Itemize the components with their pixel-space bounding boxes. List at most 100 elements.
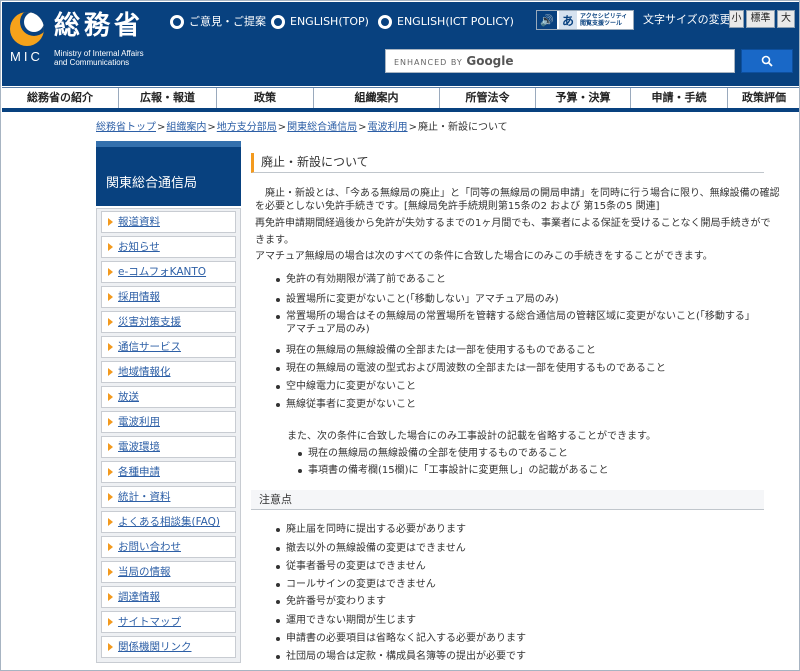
note-item: 免許番号が変わります	[276, 595, 386, 608]
sidebar-item[interactable]: 採用情報	[101, 286, 236, 308]
note-item: 撤去以外の無線設備の変更はできません	[276, 542, 466, 555]
sidebar-menu: 報道資料お知らせ e-コムフォKANTO 採用情報災害対策支援 通信サービス 地域情報化…	[96, 208, 241, 663]
sidebar-item-label: 電波利用	[118, 416, 160, 428]
breadcrumb: 総務省トップ>組織案内>地方支分部局>関東総合通信局>電波利用>廃止・新設につい…	[96, 120, 776, 136]
search-google-label: Google	[466, 54, 514, 68]
intro-line: を必要としない免許手続きです。[無線局免許手続規則第15条の2 および 第15条…	[255, 201, 660, 212]
omit-intro-text: また、次の条件に合致した場合にのみ工事設計の記載を省略することができます。	[287, 431, 656, 442]
sidebar-item[interactable]: 電波利用	[101, 411, 236, 433]
breadcrumb-link[interactable]: 組織案内	[166, 122, 206, 133]
sidebar-item[interactable]: 地域情報化	[101, 361, 236, 383]
intro-line: 廃止・新設とは、「今ある無線局の廃止」と「同等の無線局の開局申請」を同時に行う場…	[255, 188, 780, 199]
global-nav: 総務省の紹介 広報・報道 政策 組織案内 所管法令 予算・決算 申請・手続 政策評価	[2, 87, 799, 112]
breadcrumb-link[interactable]: 電波利用	[368, 122, 408, 133]
breadcrumb-link[interactable]: 関東総合通信局	[287, 122, 357, 133]
mic-logo[interactable]: 総務省 MIC Ministry of Internal Affairs and…	[10, 10, 160, 67]
note-item: 申請書の必要項目は省略なく記入する必要があります	[276, 632, 526, 645]
condition-item: 無線従事者に変更がないこと	[276, 398, 416, 411]
intro-line: アマチュア無線局の場合は次のすべての条件に合致した場合にのみこの手続きをすること…	[255, 251, 713, 262]
ring-bullet-icon	[378, 15, 392, 29]
sidebar-item-label: 統計・資料	[118, 491, 171, 503]
sidebar-header: 関東総合通信局	[96, 141, 241, 206]
search-button[interactable]	[741, 49, 793, 73]
breadcrumb-link[interactable]: 総務省トップ	[96, 122, 156, 133]
notes-heading: 注意点	[251, 490, 764, 510]
logo-english-line: and Communications	[54, 58, 130, 67]
logo-japanese: 総務省	[54, 11, 145, 41]
breadcrumb-link[interactable]: 地方支分部局	[217, 122, 277, 133]
note-item: 社団局の場合は定款・構成員名簿等の提出が必要です	[276, 650, 526, 663]
accessibility-tool-button[interactable]: 🔊 あ アクセシビリティ 閲覧支援ツール	[536, 10, 634, 30]
nav-item[interactable]: 申請・手続	[631, 88, 728, 108]
sidebar-item-label: よくある相談集(FAQ)	[118, 516, 221, 528]
sidebar-item[interactable]: よくある相談集(FAQ)	[101, 511, 236, 533]
logo-english: Ministry of Internal Affairs and Communi…	[54, 49, 144, 67]
breadcrumb-current: 廃止・新設について	[417, 122, 508, 133]
logo-mic: MIC	[10, 49, 43, 64]
feedback-link[interactable]: ご意見・ご提案	[170, 12, 266, 32]
note-item: 廃止届を同時に提出する必要があります	[276, 523, 466, 536]
sidebar-item[interactable]: 報道資料	[101, 211, 236, 233]
nav-item[interactable]: 総務省の紹介	[2, 88, 119, 108]
ring-bullet-icon	[271, 15, 285, 29]
speaker-icon: 🔊	[537, 11, 557, 29]
accessibility-line: 閲覧支援ツール	[580, 20, 623, 27]
intro-line: 再免許申請期間経過後から免許が失効するまでの1ヶ月間でも、事業者による保証を受け…	[255, 218, 771, 229]
sidebar-item[interactable]: 放送	[101, 386, 236, 408]
breadcrumb-separator: >	[277, 122, 287, 133]
nav-item[interactable]: 所管法令	[440, 88, 536, 108]
note-item: 従事者番号の変更はできません	[276, 560, 426, 573]
font-size-small-button[interactable]: 小	[729, 10, 744, 28]
omit-condition-item: 現在の無線局の無線設備の全部を使用するものであること	[298, 447, 568, 460]
mic-logo-icon	[10, 12, 44, 46]
font-size-label: 文字サイズの変更	[643, 13, 731, 26]
condition-item: 現在の無線局の電波の型式および周波数の全部または一部を使用するものであること	[276, 362, 666, 375]
english-ict-policy-link[interactable]: ENGLISH(ICT POLICY)	[378, 12, 514, 32]
sidebar-item[interactable]: 各種申請	[101, 461, 236, 483]
hiragana-a-icon: あ	[559, 11, 577, 29]
nav-item[interactable]: 広報・報道	[119, 88, 217, 108]
sidebar-item-label: e-コムフォKANTO	[118, 266, 207, 278]
note-item: コールサインの変更はできません	[276, 578, 436, 591]
english-top-link[interactable]: ENGLISH(TOP)	[271, 12, 369, 32]
sidebar-item[interactable]: 当局の情報	[101, 561, 236, 583]
nav-item[interactable]: 政策評価	[728, 88, 799, 108]
sidebar-item-label: 調達情報	[118, 591, 160, 603]
font-size-large-button[interactable]: 大	[777, 10, 795, 28]
breadcrumb-separator: >	[358, 122, 367, 133]
condition-item: 現在の無線局の無線設備の全部または一部を使用するものであること	[276, 344, 596, 357]
page-frame: 総務省 MIC Ministry of Internal Affairs and…	[0, 0, 800, 671]
sidebar-item-label: 当局の情報	[118, 566, 171, 578]
sidebar-item-label: 関係機関リンク	[118, 641, 192, 653]
accessibility-tool-label: アクセシビリティ 閲覧支援ツール	[580, 13, 627, 27]
sidebar-item[interactable]: 関係機関リンク	[101, 636, 236, 658]
condition-item: 設置場所に変更がないこと(「移動しない」アマチュア局のみ)	[276, 293, 559, 306]
search-input[interactable]: ENHANCED BY Google	[385, 49, 735, 73]
sidebar-item[interactable]: 電波環境	[101, 436, 236, 458]
nav-item[interactable]: 予算・決算	[536, 88, 631, 108]
sidebar-item[interactable]: お知らせ	[101, 236, 236, 258]
ring-bullet-icon	[170, 15, 184, 29]
sidebar-item-label: 各種申請	[118, 466, 160, 478]
sidebar-item[interactable]: 通信サービス	[101, 336, 236, 358]
breadcrumb-separator: >	[157, 122, 166, 133]
condition-item: 空中線電力に変更がないこと	[276, 380, 416, 393]
sidebar-item[interactable]: 災害対策支援	[101, 311, 236, 333]
logo-english-line: Ministry of Internal Affairs	[54, 49, 144, 58]
sidebar-item[interactable]: サイトマップ	[101, 611, 236, 633]
sidebar-item[interactable]: 調達情報	[101, 586, 236, 608]
english-ict-policy-link-label: ENGLISH(ICT POLICY)	[397, 15, 514, 28]
sidebar-item-label: 電波環境	[118, 441, 160, 453]
nav-item[interactable]: 政策	[217, 88, 314, 108]
note-item: 運用できない期間が生じます	[276, 614, 416, 627]
sidebar-item-label: サイトマップ	[118, 616, 181, 628]
sidebar-item-label: 報道資料	[118, 216, 160, 228]
font-size-standard-button[interactable]: 標準	[746, 10, 775, 28]
nav-item[interactable]: 組織案内	[314, 88, 440, 108]
sidebar-item[interactable]: 統計・資料	[101, 486, 236, 508]
sidebar-item-label: お知らせ	[118, 241, 160, 253]
sidebar-item[interactable]: e-コムフォKANTO	[101, 261, 236, 283]
condition-item: 常置場所の場合はその無線局の常置場所を管轄する総合通信局の管轄区域に変更がないこ…	[276, 310, 758, 336]
sidebar-item[interactable]: お問い合わせ	[101, 536, 236, 558]
page-title: 廃止・新設について	[251, 153, 764, 173]
